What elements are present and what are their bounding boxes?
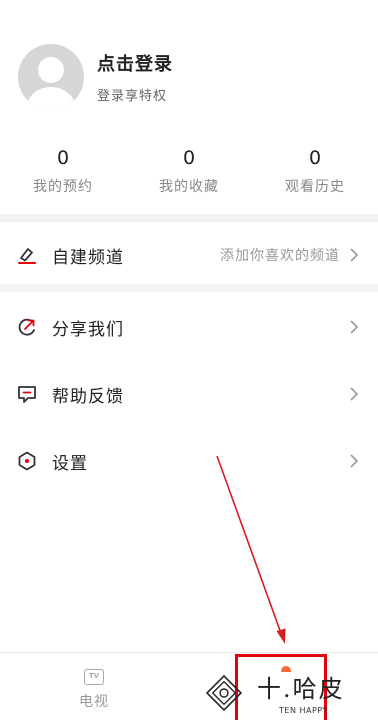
watermark-title: 十.哈皮 — [257, 675, 345, 703]
annotation-arrow — [216, 455, 286, 644]
watermark: 十.哈皮 TEN HAPPY — [203, 672, 378, 720]
watermark-subtitle: TEN HAPPY — [279, 706, 328, 715]
watermark-logo-icon — [205, 674, 243, 712]
